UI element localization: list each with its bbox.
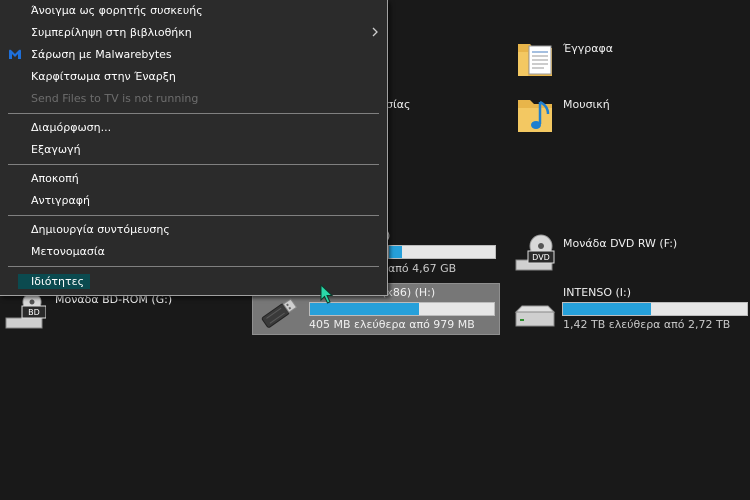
menu-item-copy[interactable]: Αντιγραφή: [31, 194, 90, 207]
drive-usage-bar-intenso: [562, 302, 748, 316]
menu-item-scan-malwarebytes[interactable]: Σάρωση με Malwarebytes: [31, 48, 172, 61]
hard-drive-icon: [514, 305, 556, 327]
folder-label-partial[interactable]: σίας: [386, 98, 410, 111]
menu-separator: [8, 113, 379, 114]
menu-item-create-shortcut[interactable]: Δημιουργία συντόμευσης: [31, 223, 170, 236]
menu-separator: [8, 266, 379, 267]
menu-separator: [8, 215, 379, 216]
bd-drive-icon: BD: [5, 294, 46, 329]
menu-item-include-library[interactable]: Συμπερίληψη στη βιβλιοθήκη: [31, 26, 192, 39]
documents-folder-icon: [518, 44, 552, 76]
folder-label-music: Μουσική: [563, 98, 610, 111]
menu-item-eject[interactable]: Εξαγωγή: [31, 143, 81, 156]
drive-usage-bar-usb: [309, 302, 495, 316]
drive-space-text: από 4,67 GB: [388, 262, 457, 275]
drive-space-usb: 405 MB ελεύθερα από 979 MB: [309, 318, 475, 331]
drive-name-dvd: Μονάδα DVD RW (F:): [563, 237, 678, 250]
music-folder-icon: [518, 100, 552, 132]
dvd-drive-icon: DVD: [515, 234, 555, 271]
mouse-cursor-icon: [320, 284, 334, 304]
folder-label-documents: Έγγραφα: [563, 42, 613, 55]
menu-item-pin-start[interactable]: Καρφίτσωμα στην Έναρξη: [31, 70, 176, 83]
usb-drive-icon: [261, 298, 298, 328]
svg-text:BD: BD: [28, 308, 40, 317]
drive-usage-bar: [388, 245, 496, 259]
menu-item-send-files-tv: Send Files to TV is not running: [31, 92, 199, 105]
menu-item-open-portable[interactable]: Άνοιγμα ως φορητής συσκευής: [31, 4, 203, 17]
drive-space-intenso: 1,42 TB ελεύθερα από 2,72 TB: [563, 318, 731, 331]
context-menu: Άνοιγμα ως φορητής συσκευής Συμπερίληψη …: [0, 0, 388, 296]
menu-item-properties[interactable]: Ιδιότητες: [31, 275, 84, 288]
drive-name-intenso: INTENSO (I:): [563, 286, 632, 299]
malwarebytes-icon: [9, 49, 21, 59]
menu-item-cut[interactable]: Αποκοπή: [31, 172, 79, 185]
menu-item-format[interactable]: Διαμόρφωση...: [31, 121, 111, 134]
dvd-badge: DVD: [532, 253, 550, 262]
menu-item-rename[interactable]: Μετονομασία: [31, 245, 105, 258]
chevron-right-icon: [372, 27, 378, 37]
menu-separator: [8, 164, 379, 165]
